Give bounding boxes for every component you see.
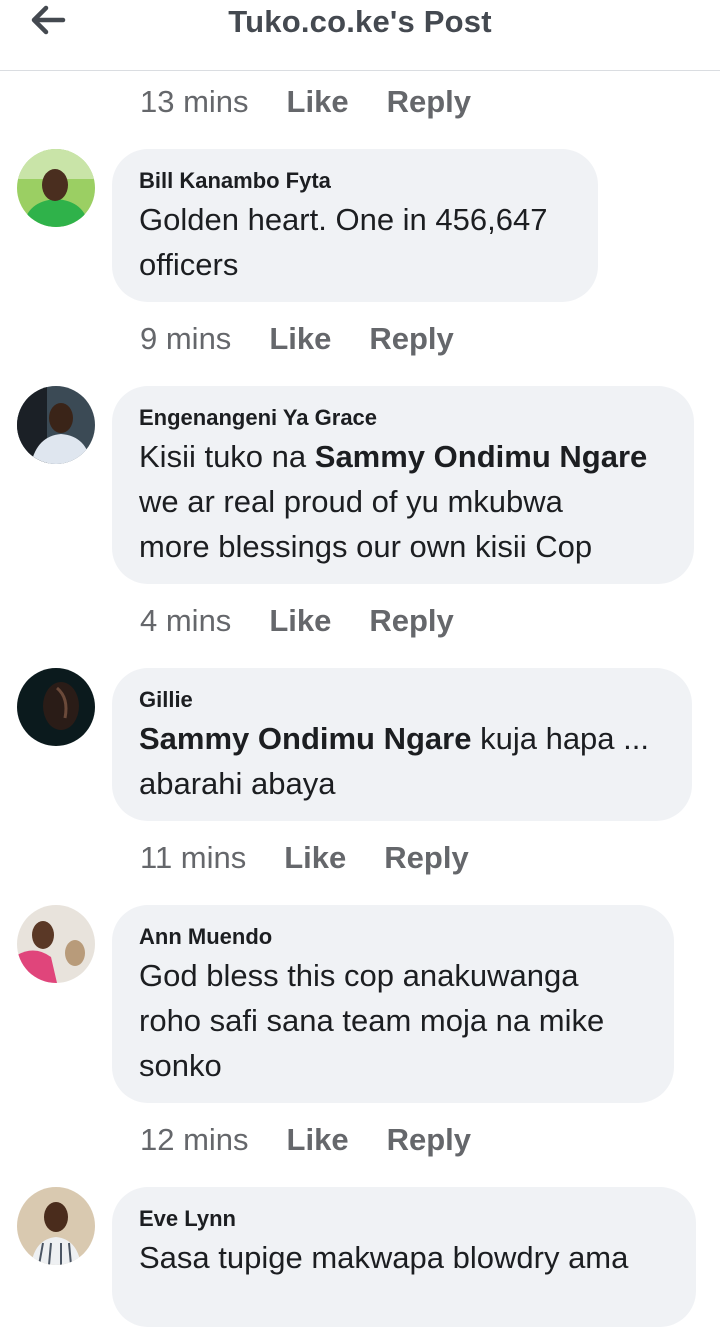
avatar[interactable]: [17, 1187, 95, 1265]
comment-author[interactable]: Eve Lynn: [139, 1205, 670, 1233]
comment-bubble: Eve Lynn Sasa tupige makwapa blowdry ama: [112, 1187, 696, 1327]
comment-text-line: God bless this cop anakuwanga: [139, 958, 579, 993]
avatar[interactable]: [17, 149, 95, 227]
comment-author[interactable]: Gillie: [139, 686, 666, 714]
comment-text-line: roho safi sana team moja na mike: [139, 1003, 605, 1038]
comment-text-line: Kisii tuko na Sammy Ondimu Ngare: [139, 434, 668, 479]
avatar[interactable]: [17, 668, 95, 746]
post-header: Tuko.co.ke's Post: [0, 0, 720, 71]
like-button[interactable]: Like: [287, 84, 349, 120]
comment-text-line: more blessings our own kisii Cop: [139, 529, 593, 564]
comment-text-line: abarahi abaya: [139, 766, 336, 801]
comment-text-line: Golden heart. One in 456,647: [139, 202, 548, 237]
reply-button[interactable]: Reply: [387, 84, 471, 120]
comment-actions: 12 mins Like Reply: [140, 1120, 509, 1160]
page-title: Tuko.co.ke's Post: [228, 4, 492, 39]
comment-text-line: Sasa tupige makwapa blowdry ama: [139, 1240, 629, 1275]
comment-text-line: officers: [139, 247, 239, 282]
comment-author[interactable]: Engenangeni Ya Grace: [139, 404, 668, 432]
like-button[interactable]: Like: [287, 1122, 349, 1158]
reply-button[interactable]: Reply: [384, 840, 468, 876]
comment-author[interactable]: Bill Kanambo Fyta: [139, 167, 572, 195]
comment-time: 9 mins: [140, 321, 232, 356]
comment-bubble: Ann Muendo God bless this cop anakuwanga…: [112, 905, 674, 1103]
reply-button[interactable]: Reply: [387, 1122, 471, 1158]
comment-text-suffix: kuja hapa ...: [471, 721, 649, 756]
comment-time: 12 mins: [140, 1122, 249, 1157]
comment-bubble: Gillie Sammy Ondimu Ngare kuja hapa ... …: [112, 668, 692, 821]
comment-text-line: Sammy Ondimu Ngare kuja hapa ...: [139, 716, 666, 761]
comment-time: 13 mins: [140, 84, 249, 119]
mention-link[interactable]: Sammy Ondimu Ngare: [315, 439, 647, 474]
comment-time: 4 mins: [140, 603, 232, 638]
reply-button[interactable]: Reply: [369, 321, 453, 357]
reply-button[interactable]: Reply: [369, 603, 453, 639]
like-button[interactable]: Like: [269, 321, 331, 357]
comment-actions: 11 mins Like Reply: [140, 838, 507, 878]
comment-actions: 9 mins Like Reply: [140, 319, 492, 359]
comment-bubble: Engenangeni Ya Grace Kisii tuko na Sammy…: [112, 386, 694, 584]
comment-time: 11 mins: [140, 840, 247, 875]
comment-text-line: sonko: [139, 1048, 222, 1083]
like-button[interactable]: Like: [284, 840, 346, 876]
comment-actions: 13 mins Like Reply: [140, 82, 509, 122]
like-button[interactable]: Like: [269, 603, 331, 639]
comment-author[interactable]: Ann Muendo: [139, 923, 648, 951]
comment-text-line: we ar real proud of yu mkubwa: [139, 484, 563, 519]
mention-link[interactable]: Sammy Ondimu Ngare: [139, 721, 471, 756]
comment-actions: 4 mins Like Reply: [140, 601, 492, 641]
comment-text-prefix: Kisii tuko na: [139, 439, 315, 474]
avatar[interactable]: [17, 905, 95, 983]
avatar[interactable]: [17, 386, 95, 464]
comment-bubble: Bill Kanambo Fyta Golden heart. One in 4…: [112, 149, 598, 302]
